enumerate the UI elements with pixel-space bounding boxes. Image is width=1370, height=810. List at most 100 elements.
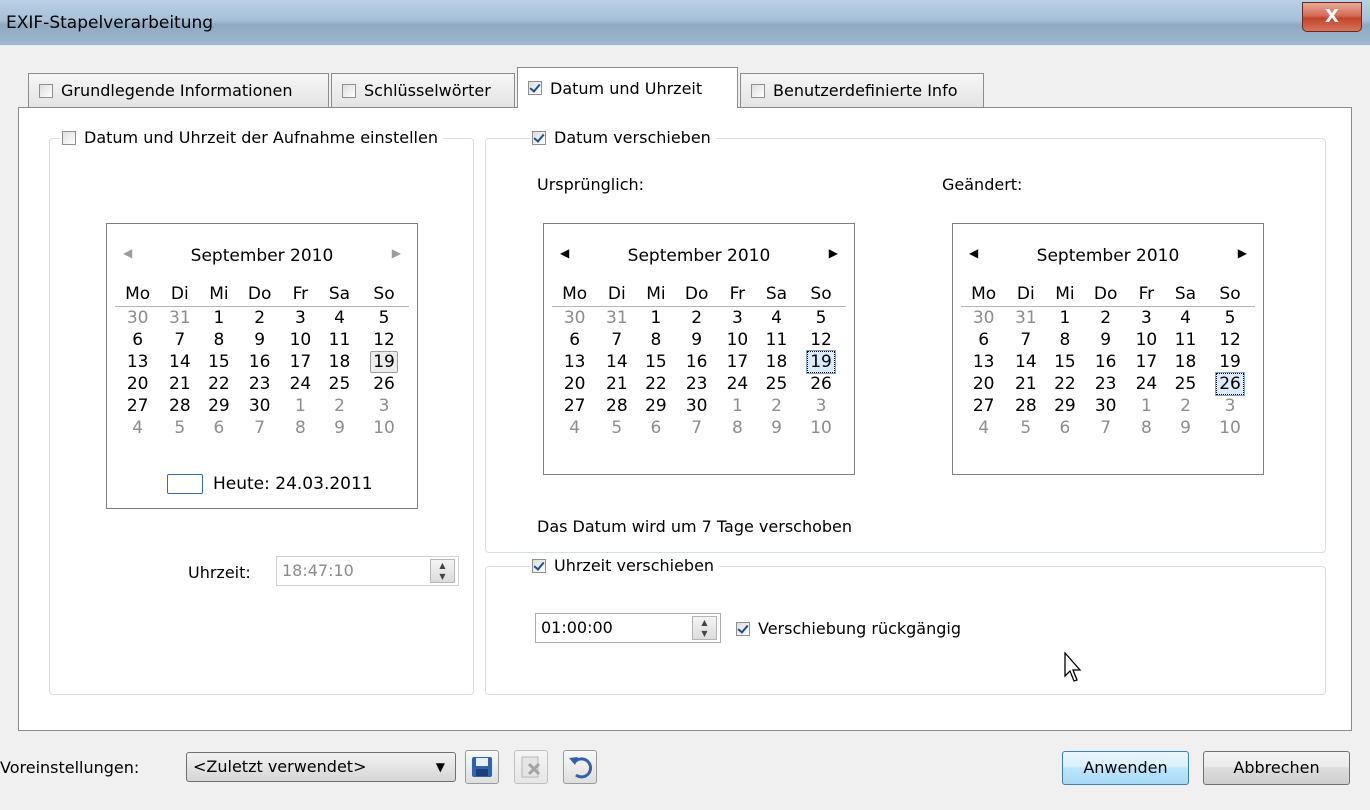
calendar-day[interactable]: 30 [675,395,717,417]
calendar-day[interactable]: 5 [796,307,846,330]
original-calendar[interactable]: ◀ September 2010 ▶ Mo Di Mi Do Fr Sa So 30 31 1 2 3… [543,223,855,475]
calendar-day[interactable]: 4 [115,417,160,439]
calendar-day[interactable]: 1 [1045,307,1084,330]
calendar-day[interactable]: 11 [320,329,359,351]
calendar-day[interactable]: 17 [281,351,320,373]
calendar-day[interactable]: 1 [1127,395,1166,417]
calendar-day[interactable]: 16 [238,351,280,373]
calendar-day[interactable]: 9 [320,417,359,439]
calendar-day[interactable]: 10 [359,417,409,439]
calendar-next-icon[interactable]: ▶ [1238,246,1247,260]
calendar-day[interactable]: 24 [1127,373,1166,395]
calendar-day[interactable]: 26 [359,373,409,395]
calendar-day[interactable]: 10 [796,417,846,439]
calendar-day[interactable]: 2 [238,307,280,330]
delete-preset-button[interactable] [514,750,548,784]
calendar-day[interactable]: 5 [1006,417,1045,439]
capture-datetime-checkbox[interactable] [62,130,76,145]
calendar-day[interactable]: 30 [1084,395,1126,417]
calendar-day[interactable]: 31 [597,307,636,330]
calendar-day[interactable]: 23 [1084,373,1126,395]
calendar-day[interactable]: 9 [757,417,796,439]
calendar-day[interactable]: 5 [359,307,409,330]
calendar-day[interactable]: 25 [320,373,359,395]
shift-time-checkbox[interactable] [532,558,546,573]
calendar-day[interactable]: 29 [636,395,675,417]
shift-time-spinner-icon[interactable]: ▲ ▼ [692,616,717,640]
undo-shift-option[interactable]: Verschiebung rückgängig [734,619,966,638]
calendar-day[interactable]: 5 [1205,307,1255,330]
calendar-day[interactable]: 4 [1166,307,1205,330]
time-spinner-icon[interactable]: ▲ ▼ [430,559,455,583]
calendar-day[interactable]: 27 [115,395,160,417]
calendar-day[interactable]: 2 [675,307,717,330]
calendar-day[interactable]: 18 [1166,351,1205,373]
calendar-day[interactable]: 7 [1006,329,1045,351]
calendar-day[interactable]: 24 [718,373,757,395]
calendar-day[interactable]: 24 [281,373,320,395]
calendar-day[interactable]: 14 [160,351,199,373]
calendar-day[interactable]: 12 [1205,329,1255,351]
presets-dropdown[interactable]: <Zuletzt verwendet> ▼ [186,752,456,782]
capture-datetime-legend[interactable]: Datum und Uhrzeit der Aufnahme einstelle… [60,128,443,147]
calendar-day[interactable]: 9 [675,329,717,351]
tab-checkbox-icon[interactable] [751,83,765,98]
calendar-day[interactable]: 25 [757,373,796,395]
calendar-day[interactable]: 30 [961,307,1006,330]
calendar-day[interactable]: 3 [1205,395,1255,417]
calendar-day[interactable]: 9 [1166,417,1205,439]
calendar-day[interactable]: 8 [718,417,757,439]
calendar-day[interactable]: 4 [757,307,796,330]
tab-schluesselwoerter[interactable]: Schlüsselwörter [331,73,515,107]
calendar-day[interactable]: 8 [1045,329,1084,351]
calendar-day[interactable]: 3 [281,307,320,330]
tab-checkbox-icon[interactable] [39,83,53,98]
changed-calendar[interactable]: ◀ September 2010 ▶ Mo Di Mi Do Fr Sa So 30 31 1 2 3… [952,223,1264,475]
calendar-day[interactable]: 21 [597,373,636,395]
calendar-day[interactable]: 1 [199,307,238,330]
calendar-day[interactable]: 2 [320,395,359,417]
calendar-day[interactable]: 7 [675,417,717,439]
cancel-button[interactable]: Abbrechen [1203,751,1350,785]
calendar-day[interactable]: 23 [238,373,280,395]
calendar-day[interactable]: 3 [796,395,846,417]
calendar-day[interactable]: 3 [718,307,757,330]
calendar-day[interactable]: 7 [238,417,280,439]
tab-datum-und-uhrzeit[interactable]: Datum und Uhrzeit [517,67,738,108]
calendar-day[interactable]: 22 [199,373,238,395]
calendar-day[interactable]: 27 [961,395,1006,417]
calendar-next-icon[interactable]: ▶ [392,246,401,260]
calendar-day[interactable]: 8 [636,329,675,351]
calendar-day[interactable]: 10 [1205,417,1255,439]
calendar-day[interactable]: 12 [359,329,409,351]
calendar-day[interactable]: 15 [636,351,675,373]
calendar-day[interactable]: 31 [160,307,199,330]
calendar-day[interactable]: 7 [160,329,199,351]
calendar-day[interactable]: 8 [1127,417,1166,439]
calendar-day[interactable]: 20 [115,373,160,395]
calendar-day[interactable]: 6 [552,329,597,351]
calendar-day[interactable]: 2 [757,395,796,417]
calendar-day[interactable]: 21 [1006,373,1045,395]
calendar-day[interactable]: 17 [718,351,757,373]
calendar-day[interactable]: 4 [961,417,1006,439]
calendar-day[interactable]: 7 [597,329,636,351]
calendar-day[interactable]: 27 [552,395,597,417]
tab-checkbox-icon[interactable] [528,81,542,95]
save-preset-button[interactable] [465,750,499,784]
calendar-day[interactable]: 10 [281,329,320,351]
calendar-day[interactable]: 6 [115,329,160,351]
calendar-day[interactable]: 19 [796,350,846,374]
calendar-day[interactable]: 13 [961,351,1006,373]
calendar-day[interactable]: 15 [199,351,238,373]
reset-button[interactable] [563,750,597,784]
calendar-day[interactable]: 5 [597,417,636,439]
calendar-day[interactable]: 31 [1006,307,1045,330]
apply-button[interactable]: Anwenden [1062,751,1189,785]
calendar-day[interactable]: 18 [757,351,796,373]
calendar-day[interactable]: 28 [1006,395,1045,417]
calendar-day[interactable]: 15 [1045,351,1084,373]
calendar-day[interactable]: 23 [675,373,717,395]
calendar-day[interactable]: 12 [796,329,846,351]
calendar-day[interactable]: 13 [552,351,597,373]
